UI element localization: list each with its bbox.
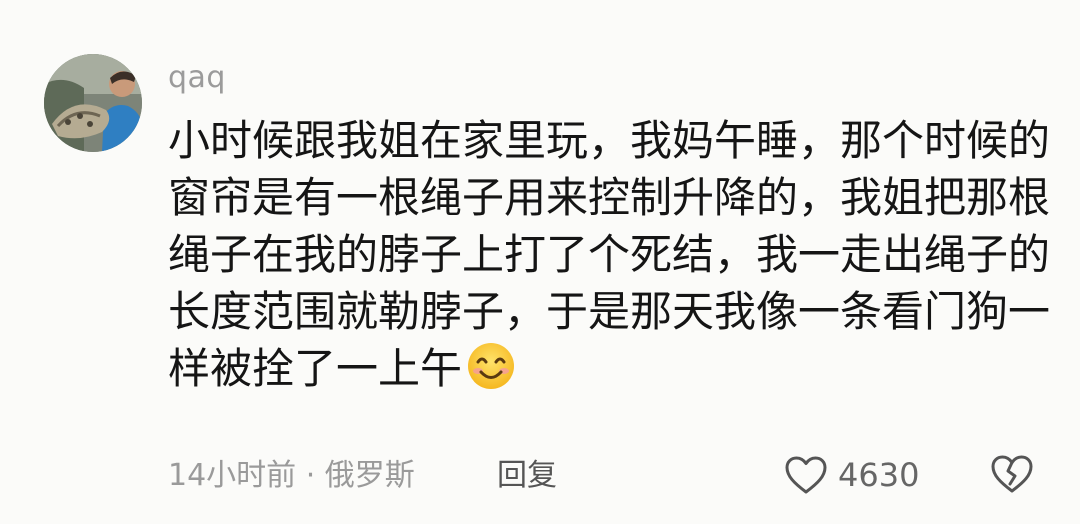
like-count: 4630 [838, 456, 920, 494]
username[interactable]: qaq [168, 58, 226, 98]
comment-line: 长度范围就勒脖子，于是那天我像一条看门狗一 [168, 287, 1051, 336]
comment-line-last: 样被拴了一上午 [168, 340, 1018, 397]
reply-button[interactable]: 回复 [497, 456, 557, 496]
comment-line-text: 样被拴了一上午 [168, 344, 463, 393]
comment-line: 小时候跟我姐在家里玩，我妈午睡，那个时候的 [168, 116, 1051, 165]
smiling-face-emoji-icon [468, 343, 515, 389]
heart-outline-icon [785, 456, 827, 494]
comment-line: 绳子在我的脖子上打了个死结，我一走出绳子的 [168, 230, 1051, 279]
comment-text: 小时候跟我姐在家里玩，我妈午睡，那个时候的 窗帘是有一根绳子用来控制升降的，我姐… [168, 112, 1051, 397]
comment-line: 窗帘是有一根绳子用来控制升降的，我姐把那根 [168, 173, 1051, 222]
avatar-photo-icon [44, 54, 142, 152]
like-button[interactable]: 4630 [784, 452, 919, 498]
user-avatar[interactable] [44, 54, 142, 152]
comment-meta: 14小时前 · 俄罗斯 [168, 458, 415, 493]
broken-heart-icon[interactable] [990, 454, 1034, 494]
